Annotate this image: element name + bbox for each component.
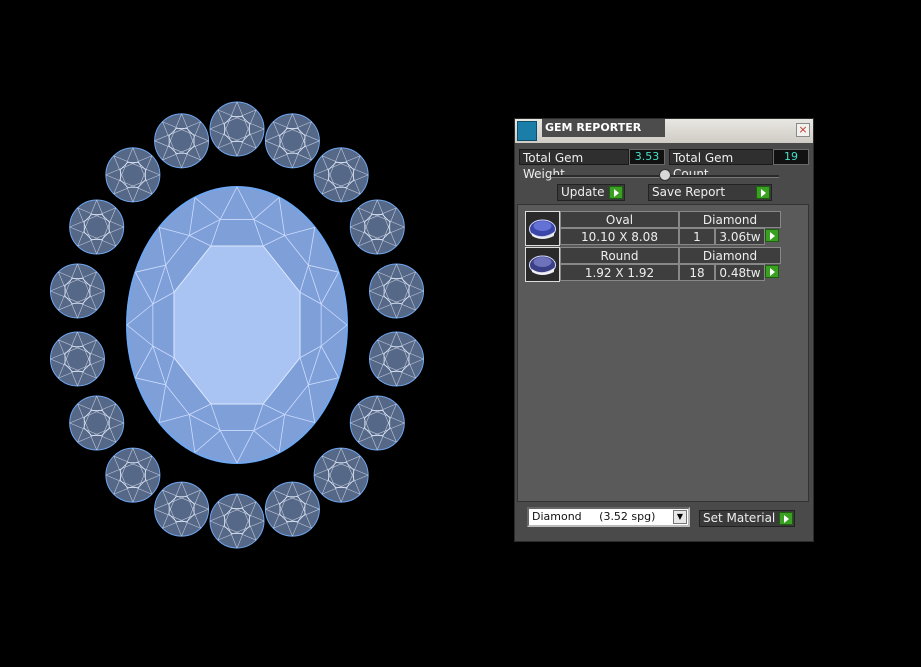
set-material-button-label: Set Material (703, 511, 776, 525)
round-gem-stone (105, 447, 161, 503)
round-gem-stone (209, 101, 265, 157)
round-gem-stone (154, 113, 210, 169)
gem-list[interactable]: Oval Diamond 10.10 X 8.08 1 3.06tw Round… (517, 204, 809, 502)
total-gem-count-label: Total Gem Count (669, 149, 773, 181)
round-gem-stone (49, 331, 105, 387)
save-report-button[interactable]: Save Report (648, 184, 772, 201)
gem-weight-cell: 3.06tw (715, 228, 765, 245)
dropdown-arrow-icon[interactable]: ▼ (673, 510, 687, 524)
round-gem-stone (49, 263, 105, 319)
round-gem-stone (369, 263, 425, 319)
3d-viewport[interactable] (0, 0, 500, 667)
round-gem-stone (264, 113, 320, 169)
gem-size-cell: 1.92 X 1.92 (560, 264, 679, 281)
gem-material-cell: Diamond (679, 211, 781, 228)
material-select[interactable]: Diamond (3.52 spg) ▼ (527, 507, 690, 527)
play-icon (609, 186, 623, 199)
round-gem-stone (313, 147, 369, 203)
play-icon (756, 186, 770, 199)
title-bar[interactable]: GEM REPORTER × (515, 119, 813, 143)
app-icon (517, 121, 537, 141)
gem-wireframe-render (49, 101, 425, 549)
gem-row-round[interactable]: Round Diamond 1.92 X 1.92 18 0.48tw (525, 247, 782, 282)
close-icon[interactable]: × (796, 123, 810, 137)
round-gem-stone (105, 147, 161, 203)
oval-gem-stone (126, 186, 348, 464)
round-gem-stone (369, 331, 425, 387)
round-gem-stone (209, 493, 265, 549)
round-gem-stone (69, 395, 125, 451)
gem-count-cell: 1 (679, 228, 715, 245)
round-gem-stone (349, 199, 405, 255)
total-gem-count-value: 19 (773, 149, 809, 165)
round-gem-stone (264, 481, 320, 537)
gem-reporter-panel: GEM REPORTER × Total Gem Weight 3.53 Tot… (514, 118, 814, 542)
round-gem-stone (349, 395, 405, 451)
total-gem-weight-value: 3.53 (629, 149, 665, 165)
save-report-button-label: Save Report (652, 185, 726, 199)
gem-shape-cell: Round (560, 247, 679, 264)
gem-size-cell: 10.10 X 8.08 (560, 228, 679, 245)
set-material-button[interactable]: Set Material (699, 510, 795, 527)
total-gem-weight-label: Total Gem Weight (519, 149, 629, 181)
update-button[interactable]: Update (557, 184, 625, 201)
material-select-value: Diamond (3.52 spg) (532, 510, 656, 523)
oval-gem-icon (525, 211, 560, 246)
panel-title: GEM REPORTER (542, 119, 665, 137)
gem-material-cell: Diamond (679, 247, 781, 264)
gem-weight-cell: 0.48tw (715, 264, 765, 281)
slider-thumb[interactable] (659, 169, 671, 181)
play-icon[interactable] (765, 229, 779, 242)
round-gem-stone (313, 447, 369, 503)
round-gem-stone (69, 199, 125, 255)
play-icon[interactable] (765, 265, 779, 278)
gem-row-oval[interactable]: Oval Diamond 10.10 X 8.08 1 3.06tw (525, 211, 782, 246)
round-gem-icon (525, 247, 560, 282)
gem-shape-cell: Oval (560, 211, 679, 228)
update-button-label: Update (561, 185, 605, 199)
gem-count-cell: 18 (679, 264, 715, 281)
round-gem-stone (154, 481, 210, 537)
play-icon (779, 512, 793, 525)
